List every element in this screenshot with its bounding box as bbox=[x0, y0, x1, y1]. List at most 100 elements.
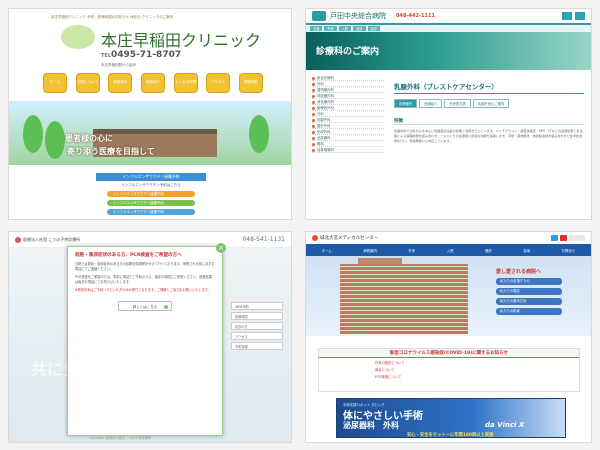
header-button[interactable] bbox=[562, 12, 572, 20]
hero-tag[interactable]: 私たちの基本方針 bbox=[496, 298, 562, 305]
section-heading: 特徴 bbox=[394, 118, 584, 125]
tree-graphic bbox=[249, 115, 269, 153]
nav-item[interactable]: 病院案内 bbox=[363, 248, 377, 253]
youtube-icon[interactable] bbox=[560, 235, 567, 241]
site-header: 城北大宮メディカルセンター bbox=[306, 232, 591, 244]
covid-link[interactable]: 外来の受診について bbox=[375, 360, 579, 365]
side-menu: WEB予約 診療時間 初診の方 アクセス 予防接種 bbox=[231, 302, 283, 352]
clinic-address: 本庄早稲田駅から徒歩 bbox=[101, 63, 136, 67]
nav-checkup[interactable]: 健康診断 bbox=[238, 73, 263, 93]
nav-item[interactable]: 入院 bbox=[447, 248, 454, 253]
modal-paragraph: PCR検査をご希望の方は、事前に電話でご予約のうえ、指定の時間にご来院ください。… bbox=[75, 275, 212, 284]
flu-box-title: インフルエンザワクチン接種予約 bbox=[96, 173, 206, 181]
nav-access[interactable]: アクセス bbox=[206, 73, 231, 93]
flu-box-text: インフルエンザワクチン予約はこちら bbox=[121, 183, 181, 187]
content-tabs: 診療案内 医師紹介 外来担当表 乳腺外来のご案内 bbox=[394, 99, 584, 108]
tab-doctors[interactable]: 医師紹介 bbox=[419, 99, 443, 108]
site-header: 本庄早稲田クリニック 予約・診療時間のお知らせ 休診日 クリニックのご案内 本庄… bbox=[9, 9, 291, 71]
hospital-building bbox=[340, 264, 468, 334]
modal-warning: ※発熱外来はご予約いただいた方のみの受付となります。ご理解とご協力をお願いいたし… bbox=[75, 288, 211, 292]
hospital-logo[interactable] bbox=[312, 11, 326, 21]
main-nav: ホーム 病院案内 外来 入院 健診 採用 お問合せ bbox=[306, 244, 591, 256]
nav-item[interactable]: 採用 bbox=[523, 248, 530, 253]
hero-image: 愛し愛される病院へ 私たちの目指すもの 私たちの理念 私たちの基本方針 私たちの… bbox=[306, 256, 591, 336]
nav-item[interactable]: ホーム bbox=[322, 248, 332, 253]
hospital-name: 城北大宮メディカルセンター bbox=[320, 236, 379, 241]
tree-graphic bbox=[45, 121, 65, 159]
medical-center-site-screenshot-4: 城北大宮メディカルセンター ホーム 病院案内 外来 入院 健診 採用 お問合せ … bbox=[305, 231, 592, 443]
page-title: 乳腺外科（ブレストケアセンター） bbox=[394, 81, 584, 94]
covid-link[interactable]: PCR検査について bbox=[375, 374, 579, 379]
flu-reserve-button-2[interactable]: インフルエンザワクチン接種予約 bbox=[107, 200, 195, 206]
banner-title: 診療科のご案内 bbox=[316, 47, 380, 57]
tab-schedule[interactable]: 外来担当表 bbox=[444, 99, 471, 108]
side-button[interactable]: アクセス bbox=[231, 332, 283, 340]
nav-item[interactable]: 採用 bbox=[367, 26, 380, 31]
flu-vaccine-box: インフルエンザワクチン接種予約 インフルエンザワクチン予約はこちら インフルエン… bbox=[53, 173, 249, 217]
hero-tag[interactable]: 私たちの約束 bbox=[496, 308, 562, 315]
hero-tag[interactable]: 私たちの理念 bbox=[496, 288, 562, 295]
banner-brand: da Vinci X bbox=[485, 421, 525, 429]
robot-surgery-banner[interactable]: 手術支援ロボット ダビンチ 体にやさしい手術 泌尿器科 外科 da Vinci … bbox=[336, 398, 566, 438]
header-button[interactable] bbox=[575, 12, 585, 20]
tab-overview[interactable]: 診療案内 bbox=[394, 99, 418, 108]
nav-faq[interactable]: よくある質問 bbox=[173, 73, 198, 93]
pediatric-site-screenshot-3: 医療法人社団 こうの子供診療所 048-541-1131 共に生き WEB予約 … bbox=[8, 231, 292, 443]
nav-item[interactable]: 入院 bbox=[338, 26, 352, 31]
side-button[interactable]: 予防接種 bbox=[231, 342, 283, 350]
covid-notice: 新型コロナウイルス感染症(COVID-19)に関するお知らせ 外来の受診について… bbox=[318, 348, 580, 392]
sidebar-item[interactable]: 耳鼻咽喉科 bbox=[312, 147, 384, 153]
hero-slogan-2: 寄り添う医療を目指して bbox=[67, 147, 155, 156]
footer-copyright: Copyright 医療法人社団 こうの子供診療所 bbox=[89, 436, 152, 440]
covid-link[interactable]: 面会について bbox=[375, 367, 579, 372]
tab-outpatient[interactable]: 乳腺外来のご案内 bbox=[472, 99, 510, 108]
hero-title: 愛し愛される病院へ bbox=[496, 269, 542, 275]
clinic-site-screenshot-1: 本庄早稲田クリニック 予約・診療時間のお知らせ 休診日 クリニックのご案内 本庄… bbox=[8, 8, 292, 220]
search-input[interactable] bbox=[569, 235, 585, 241]
clinic-phone[interactable]: 048-541-1131 bbox=[242, 236, 285, 243]
side-button[interactable]: WEB予約 bbox=[231, 302, 283, 310]
tree-graphic bbox=[23, 115, 43, 153]
hospital-site-screenshot-2: 戸田中央総合病院 048-442-1111 交通 外来 入院 健診 採用 診療科… bbox=[305, 8, 592, 220]
clinic-phone[interactable]: TEL0495-71-8707 bbox=[101, 50, 181, 60]
nav-item[interactable]: 交通 bbox=[310, 26, 323, 31]
clinic-name: 医療法人社団 こうの子供診療所 bbox=[23, 236, 81, 242]
side-button[interactable]: 診療時間 bbox=[231, 312, 283, 320]
covid-title: 新型コロナウイルス感染症(COVID-19)に関するお知らせ bbox=[319, 349, 579, 358]
main-nav: ホーム 当院について 診療案内 医師紹介 よくある質問 アクセス 健康診断 bbox=[43, 70, 263, 96]
clinic-name: 本庄早稲田クリニック bbox=[101, 31, 262, 50]
modal-paragraph: 当院では発熱・風邪症状のある方の診察を時間帯を分けて行っております。来院される前… bbox=[75, 262, 215, 271]
clinic-logo[interactable] bbox=[15, 236, 21, 243]
hospital-phone[interactable]: 048-442-1111 bbox=[396, 13, 435, 19]
twitter-icon[interactable] bbox=[551, 235, 558, 241]
nav-item[interactable]: お問合せ bbox=[562, 248, 576, 253]
hero-tag[interactable]: 私たちの目指すもの bbox=[496, 278, 562, 285]
nav-item[interactable]: 外来 bbox=[408, 248, 415, 253]
flu-reserve-button-1[interactable]: インフルエンザワクチン接種予約 bbox=[107, 191, 195, 197]
hero-image: 患者様の心に 寄り添う医療を目指して bbox=[9, 101, 291, 165]
nav-item[interactable]: 外来 bbox=[324, 26, 337, 31]
nav-services[interactable]: 診療案内 bbox=[108, 73, 133, 93]
hero-message: 愛し愛される病院へ 私たちの目指すもの 私たちの理念 私たちの基本方針 私たちの… bbox=[496, 268, 576, 324]
nav-item[interactable]: 健診 bbox=[485, 248, 492, 253]
social-links bbox=[551, 235, 585, 241]
top-nav: 交通 外来 入院 健診 採用 bbox=[306, 25, 591, 32]
nav-item[interactable]: 健診 bbox=[353, 26, 366, 31]
banner-footer: 安心・安全をモットーに年間100例以上実施 bbox=[407, 433, 494, 438]
details-button[interactable]: 詳しくはこちら bbox=[118, 301, 172, 311]
clinic-logo[interactable] bbox=[61, 25, 95, 49]
nav-about[interactable]: 当院について bbox=[75, 73, 100, 93]
close-icon[interactable]: × bbox=[216, 243, 226, 253]
hero-slogan-1: 患者様の心に bbox=[65, 134, 113, 143]
hospital-logo[interactable] bbox=[312, 235, 318, 241]
site-header: 戸田中央総合病院 048-442-1111 bbox=[306, 9, 591, 25]
hospital-name: 戸田中央総合病院 bbox=[330, 12, 386, 20]
section-paragraph: 乳腺外科では乳がんを中心に乳腺疾患全般の診断と治療を行っています。マンモグラフィ… bbox=[394, 129, 583, 143]
side-button[interactable]: 初診の方 bbox=[231, 322, 283, 330]
flu-reserve-button-3[interactable]: インフルエンザワクチン接種予約 bbox=[107, 209, 195, 215]
notice-modal: × 発熱・風邪症状のある方、PCR検査をご希望の方へ 当院では発熱・風邪症状のあ… bbox=[67, 243, 226, 436]
nav-doctors[interactable]: 医師紹介 bbox=[140, 73, 165, 93]
department-sidebar: 総合診療科 内科 循環器内科 呼吸器内科 消化器内科 脳神経外科 外科 乳腺外科… bbox=[312, 75, 384, 153]
nav-home[interactable]: ホーム bbox=[43, 73, 67, 93]
main-content: 乳腺外科（ブレストケアセンター） 診療案内 医師紹介 外来担当表 乳腺外来のご案… bbox=[394, 81, 584, 144]
